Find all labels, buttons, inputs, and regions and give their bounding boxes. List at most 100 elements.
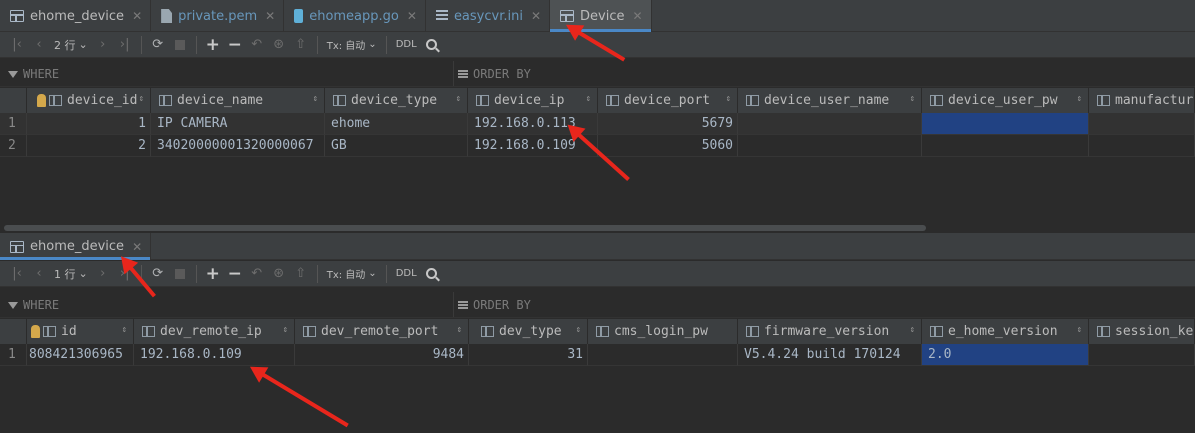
next-page-icon[interactable]: › <box>92 34 114 56</box>
table-cell[interactable] <box>738 113 922 135</box>
table-cell[interactable]: 808421306965 <box>27 344 134 366</box>
table-cell[interactable]: 1 <box>27 113 151 135</box>
ddl-button[interactable]: DDL <box>392 39 421 50</box>
sort-arrows-icon[interactable]: ⇕ <box>456 94 461 104</box>
refresh-icon[interactable]: ⟳ <box>147 263 169 285</box>
search-icon[interactable] <box>421 263 443 285</box>
refresh-icon[interactable]: ⟳ <box>147 34 169 56</box>
column-header-device-port[interactable]: device_port ⇕ <box>598 88 738 113</box>
stop-icon[interactable] <box>169 263 191 285</box>
delete-row-icon[interactable]: − <box>224 34 246 56</box>
column-header-device-type[interactable]: device_type ⇕ <box>325 88 468 113</box>
column-header-dev-remote-port[interactable]: dev_remote_port ⇕ <box>295 319 469 344</box>
delete-row-icon[interactable]: − <box>224 263 246 285</box>
column-header-cms-login-pw[interactable]: cms_login_pw <box>588 319 738 344</box>
order-by-filter[interactable]: ORDER BY <box>458 298 531 312</box>
close-icon[interactable]: ✕ <box>132 9 142 23</box>
table-cell[interactable] <box>738 135 922 157</box>
table-cell[interactable] <box>922 135 1089 157</box>
tab-ehome-device[interactable]: ehome_device ✕ <box>0 0 152 32</box>
column-header-dev-type[interactable]: dev_type ⇕ <box>469 319 588 344</box>
sort-arrows-icon[interactable]: ⇕ <box>586 94 591 104</box>
column-header-device-id[interactable]: device_id ⇕ <box>27 88 151 113</box>
rows-selector[interactable]: 1 行 ⌄ <box>50 266 92 282</box>
prev-page-icon[interactable]: ‹ <box>28 34 50 56</box>
row-number[interactable]: 1 <box>0 113 27 135</box>
last-page-icon[interactable]: ›| <box>114 34 136 56</box>
close-icon[interactable]: ✕ <box>265 9 275 23</box>
transaction-mode-selector[interactable]: Tx: 自动 ⌄ <box>323 37 381 52</box>
column-header-dev-remote-ip[interactable]: dev_remote_ip ⇕ <box>134 319 295 344</box>
preview-changes-icon[interactable]: ⊛ <box>268 263 290 285</box>
first-page-icon[interactable]: |‹ <box>6 34 28 56</box>
next-page-icon[interactable]: › <box>92 263 114 285</box>
add-row-icon[interactable]: + <box>202 34 224 56</box>
submit-icon[interactable]: ⇧ <box>290 34 312 56</box>
search-icon[interactable] <box>421 34 443 56</box>
close-icon[interactable]: ✕ <box>407 9 417 23</box>
selected-cell[interactable] <box>922 113 1089 135</box>
prev-page-icon[interactable]: ‹ <box>28 263 50 285</box>
table-cell[interactable]: ehome <box>325 113 468 135</box>
order-by-filter[interactable]: ORDER BY <box>458 67 531 81</box>
column-header-device-user-name[interactable]: device_user_name ⇕ <box>738 88 922 113</box>
table-cell[interactable]: GB <box>325 135 468 157</box>
first-page-icon[interactable]: |‹ <box>6 263 28 285</box>
sort-arrows-icon[interactable]: ⇕ <box>910 94 915 104</box>
table-cell[interactable]: IP CAMERA <box>151 113 325 135</box>
table-cell[interactable]: 2 <box>27 135 151 157</box>
column-header-firmware-version[interactable]: firmware_version ⇕ <box>738 319 922 344</box>
table-cell[interactable] <box>1089 344 1195 366</box>
row-number[interactable]: 1 <box>0 344 27 366</box>
submit-icon[interactable]: ⇧ <box>290 263 312 285</box>
tab-private-pem[interactable]: private.pem ✕ <box>151 0 285 32</box>
table-cell[interactable]: 5679 <box>598 113 738 135</box>
tab-easycvr-ini[interactable]: easycvr.ini ✕ <box>426 0 551 32</box>
where-filter[interactable]: WHERE <box>8 67 59 81</box>
column-header-e-home-version[interactable]: e_home_version ⇕ <box>922 319 1089 344</box>
add-row-icon[interactable]: + <box>202 263 224 285</box>
column-header-manufacturer[interactable]: manufacturer <box>1089 88 1195 113</box>
sort-arrows-icon[interactable]: ⇕ <box>313 94 318 104</box>
horizontal-scrollbar[interactable] <box>0 224 1195 232</box>
sort-arrows-icon[interactable]: ⇕ <box>283 325 288 335</box>
ddl-button[interactable]: DDL <box>392 268 421 279</box>
transaction-mode-selector[interactable]: Tx: 自动 ⌄ <box>323 266 381 281</box>
sort-arrows-icon[interactable]: ⇕ <box>726 94 731 104</box>
revert-icon[interactable]: ↶ <box>246 263 268 285</box>
row-number[interactable]: 2 <box>0 135 27 157</box>
table-cell[interactable]: 192.168.0.109 <box>134 344 295 366</box>
close-icon[interactable]: ✕ <box>633 9 643 23</box>
sort-arrows-icon[interactable]: ⇕ <box>576 325 581 335</box>
sort-arrows-icon[interactable]: ⇕ <box>1077 94 1082 104</box>
close-icon[interactable]: ✕ <box>531 9 541 23</box>
column-header-id[interactable]: id ⇕ <box>27 319 134 344</box>
preview-changes-icon[interactable]: ⊛ <box>268 34 290 56</box>
table-cell[interactable]: V5.4.24 build 170124 <box>738 344 922 366</box>
sort-arrows-icon[interactable]: ⇕ <box>1077 325 1082 335</box>
table-cell[interactable] <box>1089 113 1195 135</box>
stop-icon[interactable] <box>169 34 191 56</box>
selected-cell[interactable]: 2.0 <box>922 344 1089 366</box>
scrollbar-thumb[interactable] <box>4 225 926 231</box>
column-header-device-name[interactable]: device_name ⇕ <box>151 88 325 113</box>
table-cell[interactable] <box>1089 135 1195 157</box>
column-header-device-user-pw[interactable]: device_user_pw ⇕ <box>922 88 1089 113</box>
column-header-session-key[interactable]: session_key <box>1089 319 1195 344</box>
revert-icon[interactable]: ↶ <box>246 34 268 56</box>
table-cell[interactable]: 31 <box>469 344 588 366</box>
close-icon[interactable]: ✕ <box>132 240 142 254</box>
table-cell[interactable]: 5060 <box>598 135 738 157</box>
rows-selector[interactable]: 2 行 ⌄ <box>50 37 92 53</box>
table-cell[interactable]: 192.168.0.109 <box>468 135 598 157</box>
tab-ehomeapp-go[interactable]: ehomeapp.go ✕ <box>284 0 426 32</box>
where-filter[interactable]: WHERE <box>8 298 59 312</box>
sort-arrows-icon[interactable]: ⇕ <box>910 325 915 335</box>
column-header-device-ip[interactable]: device_ip ⇕ <box>468 88 598 113</box>
table-cell[interactable]: 9484 <box>295 344 469 366</box>
sort-arrows-icon[interactable]: ⇕ <box>122 325 127 335</box>
sort-arrows-icon[interactable]: ⇕ <box>457 325 462 335</box>
table-cell[interactable] <box>588 344 738 366</box>
table-cell[interactable]: 34020000001320000067 <box>151 135 325 157</box>
sort-arrows-icon[interactable]: ⇕ <box>139 94 144 104</box>
